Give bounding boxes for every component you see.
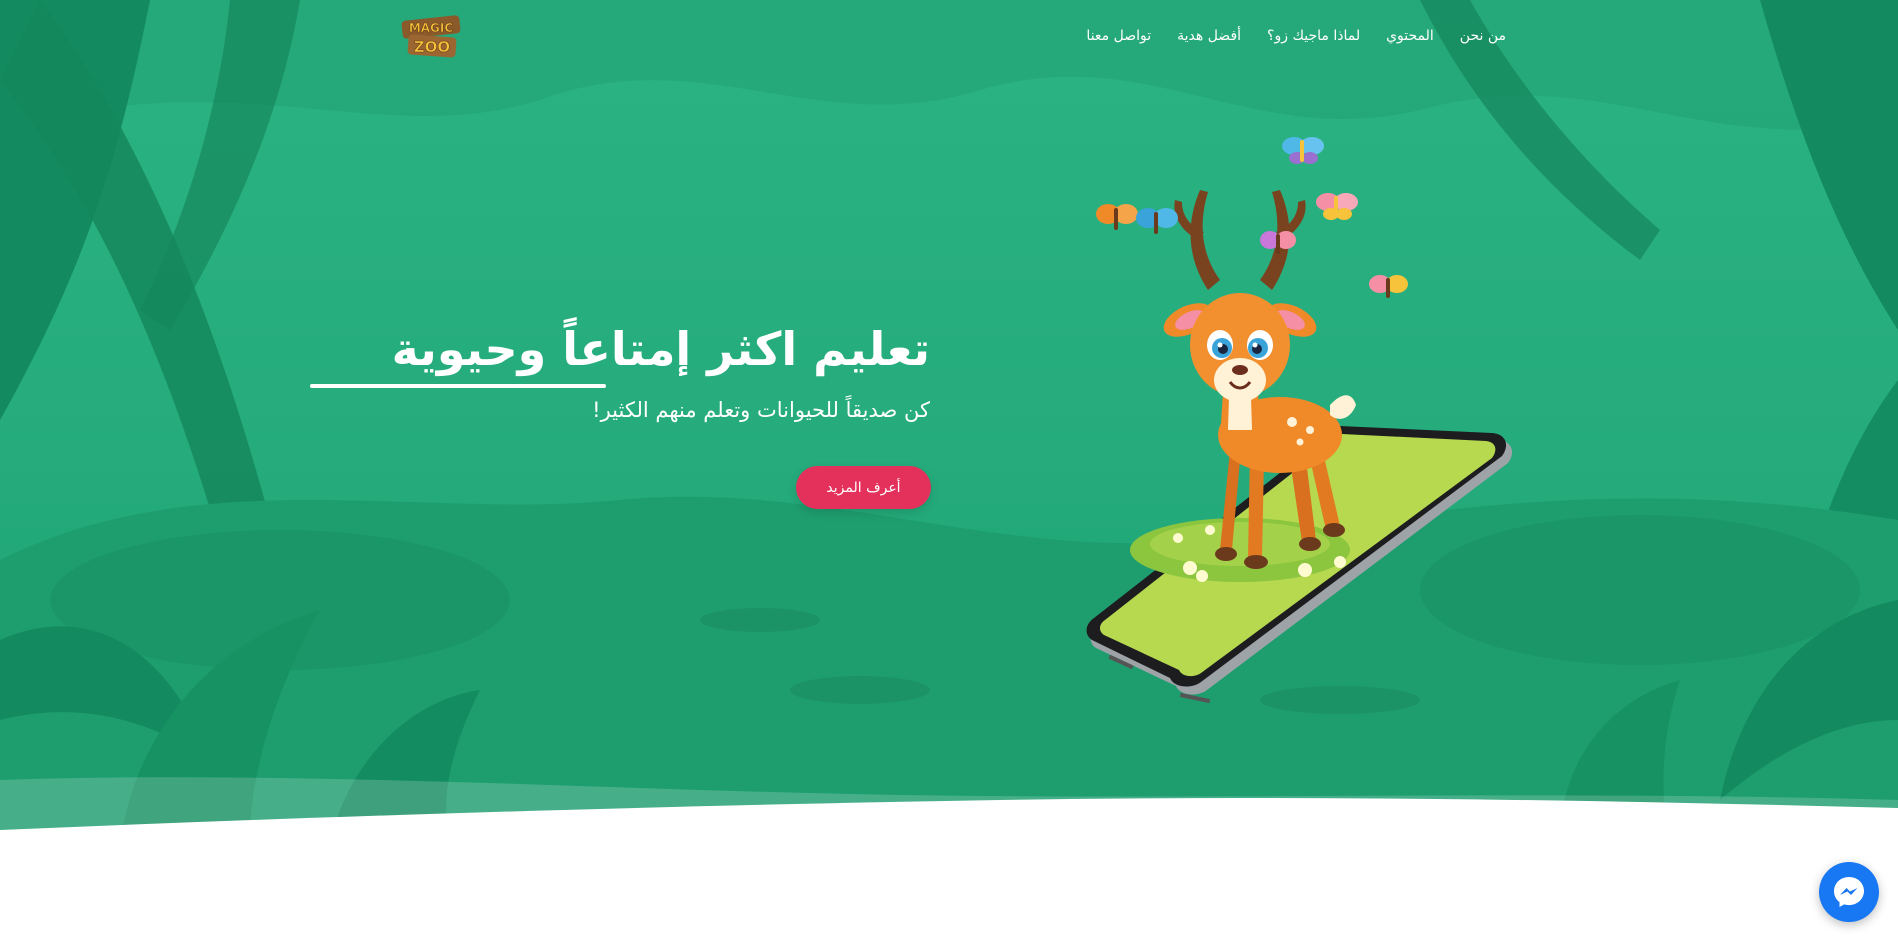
main-menu: تواصل معنا أفضل هدية لماذا ماجيك زو؟ الم… — [1086, 28, 1506, 44]
nav-about-us[interactable]: من نحن — [1460, 28, 1506, 44]
hero-subtitle: كن صديقاً للحيوانات وتعلم منهم الكثير! — [592, 398, 930, 422]
nav-content[interactable]: المحتوي — [1386, 28, 1434, 44]
butterflies — [1096, 137, 1408, 298]
hero-headline: تعليم اكثر إمتاعاً وحيوية — [391, 322, 930, 376]
jungle-background — [0, 0, 1898, 941]
learn-more-button[interactable]: أعرف المزيد — [796, 466, 931, 509]
logo-word-magic: MAGIC — [409, 21, 454, 35]
logo-graphic: MAGIC ZOO — [401, 15, 461, 58]
messenger-chat-button[interactable] — [1819, 862, 1879, 922]
headline-underline — [310, 384, 606, 388]
deer-character — [1163, 190, 1356, 569]
messenger-icon — [1834, 877, 1864, 907]
top-navigation: MAGIC ZOO تواصل معنا أفضل هدية لماذا ماج… — [0, 0, 1898, 76]
deer-phone-illustration — [1086, 137, 1513, 704]
nav-contact-us[interactable]: تواصل معنا — [1086, 28, 1151, 44]
hero-text-block: تعليم اكثر إمتاعاً وحيوية كن صديقاً للحي… — [310, 318, 930, 422]
hero-section: MAGIC ZOO تواصل معنا أفضل هدية لماذا ماج… — [0, 0, 1898, 941]
logo-word-zoo: ZOO — [414, 38, 450, 56]
nav-why-magic-zoo[interactable]: لماذا ماجيك زو؟ — [1267, 28, 1360, 44]
magic-zoo-logo[interactable]: MAGIC ZOO — [398, 14, 466, 60]
nav-best-gift[interactable]: أفضل هدية — [1177, 28, 1241, 44]
